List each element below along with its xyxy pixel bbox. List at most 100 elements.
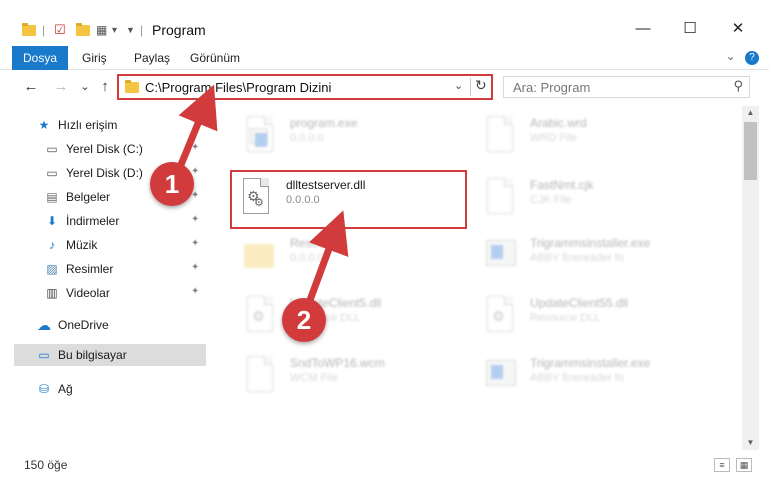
sidebar-item-label: Ağ (58, 382, 73, 396)
file-item[interactable]: FastNmt.cjk CJK File (474, 170, 694, 226)
file-icon (482, 114, 516, 156)
address-path[interactable]: C:\Program Files\Program Dizini (145, 80, 331, 95)
new-folder-icon[interactable] (76, 20, 90, 40)
tab-view[interactable]: Görünüm (180, 46, 250, 70)
window-title: Program (152, 22, 206, 38)
close-button[interactable]: ✕ (715, 14, 761, 44)
customize-toolbar-chevron-icon[interactable]: ▾ (112, 20, 117, 40)
recent-locations-button[interactable]: ⌄ (76, 77, 94, 97)
drive-icon: ▭ (46, 142, 58, 156)
file-name: FastNmt.cjk (530, 178, 594, 192)
title-separator-2: | (140, 23, 144, 37)
sidebar-item-videos[interactable]: ▥ Videolar ✦ (44, 282, 206, 304)
maximize-button[interactable]: ☐ (667, 14, 713, 44)
address-bar[interactable]: C:\Program Files\Program Dizini ⌄ ↻ (117, 74, 493, 100)
sidebar-item-pictures[interactable]: ▨ Resimler ✦ (44, 258, 206, 280)
file-item[interactable]: Resources 0.0.0.0 (234, 228, 454, 284)
pin-icon: ✦ (191, 142, 200, 153)
file-item[interactable]: Arabic.wrd WRD File (474, 108, 694, 164)
app-icon (482, 354, 516, 396)
sidebar-item-label: Yerel Disk (D:) (66, 166, 143, 180)
folder-icon (242, 234, 276, 276)
documents-icon: ▤ (46, 190, 58, 204)
file-detail: 0.0.0.0 (290, 132, 324, 144)
star-icon: ★ (38, 118, 50, 132)
ribbon-controls: ⌄ ? (726, 49, 759, 65)
tab-file[interactable]: Dosya (12, 46, 68, 70)
sidebar-item-label: Yerel Disk (C:) (66, 142, 143, 156)
file-item[interactable]: Trigrammsinstaller.exe ABBY finereader f… (474, 348, 694, 404)
file-item[interactable]: program.exe 0.0.0.0 (234, 108, 454, 164)
sidebar-item-label: Hızlı erişim (58, 118, 118, 132)
sidebar-item-label: İndirmeler (66, 214, 120, 228)
videos-icon: ▥ (46, 286, 58, 300)
scroll-down-icon[interactable]: ▼ (742, 436, 759, 450)
file-detail: WCM File (290, 372, 339, 384)
pin-icon: ✦ (191, 214, 200, 225)
file-detail: ABBY finereader fo (530, 252, 624, 264)
dll-gear-icon: ⚙ (242, 294, 276, 336)
file-item[interactable]: ⚙ UpdateClient5.dll Resource DLL (234, 288, 454, 344)
sidebar-item-label: Resimler (66, 262, 114, 276)
exe-icon (242, 114, 276, 156)
file-name: Resources (290, 236, 348, 250)
pin-icon: ✦ (191, 238, 200, 249)
tab-share[interactable]: Paylaş (124, 46, 180, 70)
file-detail: ABBY finereader fo (530, 372, 624, 384)
sidebar-item-this-pc[interactable]: ▭ Bu bilgisayar (14, 344, 206, 366)
file-name: Arabic.wrd (530, 116, 587, 130)
sidebar-item-downloads[interactable]: ⬇ İndirmeler ✦ (44, 210, 206, 232)
scroll-thumb[interactable] (744, 122, 757, 180)
title-bar: | ☑ ▦ ▾ ▼ | Program — ☐ ✕ (0, 0, 769, 46)
sidebar-item-network[interactable]: ⛁ Ağ (36, 378, 206, 400)
details-view-icon[interactable]: ≡ (714, 458, 730, 472)
properties-icon[interactable]: ☑ (54, 20, 66, 40)
address-divider (470, 78, 471, 96)
file-detail: Resource DLL (530, 312, 601, 324)
file-item[interactable]: ⚙ UpdateClient55.dll Resource DLL (474, 288, 694, 344)
help-icon[interactable]: ? (745, 51, 759, 65)
sidebar-item-label: Müzik (66, 238, 98, 252)
music-icon: ♪ (49, 238, 55, 252)
scroll-up-icon[interactable]: ▲ (742, 106, 759, 120)
expand-ribbon-icon[interactable]: ⌄ (726, 49, 736, 63)
search-input[interactable]: Ara: Program ⚲ (503, 76, 750, 98)
address-dropdown-icon[interactable]: ⌄ (454, 79, 463, 92)
up-button[interactable]: ↑ (96, 77, 114, 97)
search-placeholder: Ara: Program (513, 80, 591, 95)
large-icons-view-icon[interactable]: ▦ (736, 458, 752, 472)
vertical-scrollbar[interactable]: ▲ ▼ (742, 106, 759, 450)
file-name: Trigrammsinstaller.exe (530, 236, 651, 250)
dll-gear-icon: ⚙ (482, 294, 516, 336)
navigation-pane: ★ Hızlı erişim ▭ Yerel Disk (C:) ✦ ▭ Yer… (0, 106, 212, 450)
file-name: program.exe (290, 116, 358, 130)
target-file-highlight (230, 170, 467, 229)
sidebar-item-onedrive[interactable]: ☁ OneDrive (36, 314, 206, 336)
sidebar-item-quick-access[interactable]: ★ Hızlı erişim (36, 114, 206, 136)
sidebar-item-label: OneDrive (58, 318, 109, 332)
download-icon: ⬇ (46, 214, 58, 228)
minimize-button[interactable]: — (620, 14, 666, 44)
file-item[interactable]: SndToWP16.wcm WCM File (234, 348, 454, 404)
toolbar-dropdown-icon[interactable]: ▼ (126, 20, 135, 40)
customize-view-icon[interactable]: ▦ (96, 20, 107, 40)
tab-home[interactable]: Giriş (72, 46, 117, 70)
file-icon (242, 354, 276, 396)
file-list: program.exe 0.0.0.0 Arabic.wrd WRD File … (212, 106, 742, 450)
refresh-icon[interactable]: ↻ (475, 77, 487, 94)
sidebar-item-label: Belgeler (66, 190, 111, 204)
item-count: 150 öğe (24, 458, 68, 472)
file-item[interactable]: Trigrammsinstaller.exe ABBY finereader f… (474, 228, 694, 284)
file-name: Trigrammsinstaller.exe (530, 356, 651, 370)
sidebar-item-disk-c[interactable]: ▭ Yerel Disk (C:) ✦ (44, 138, 206, 160)
ribbon-tabs: Dosya Giriş Paylaş Görünüm ⌄ ? (0, 46, 769, 70)
sidebar-item-music[interactable]: ♪ Müzik ✦ (44, 234, 206, 256)
forward-button[interactable]: → (52, 77, 70, 97)
search-icon[interactable]: ⚲ (733, 78, 743, 94)
quick-access-folder-icon[interactable] (22, 20, 36, 40)
status-bar: 150 öğe ≡ ▦ (0, 450, 769, 485)
pin-icon: ✦ (191, 286, 200, 297)
sidebar-item-label: Videolar (66, 286, 110, 300)
back-button[interactable]: ← (22, 77, 40, 97)
address-row: ← → ⌄ ↑ C:\Program Files\Program Dizini … (0, 71, 769, 103)
